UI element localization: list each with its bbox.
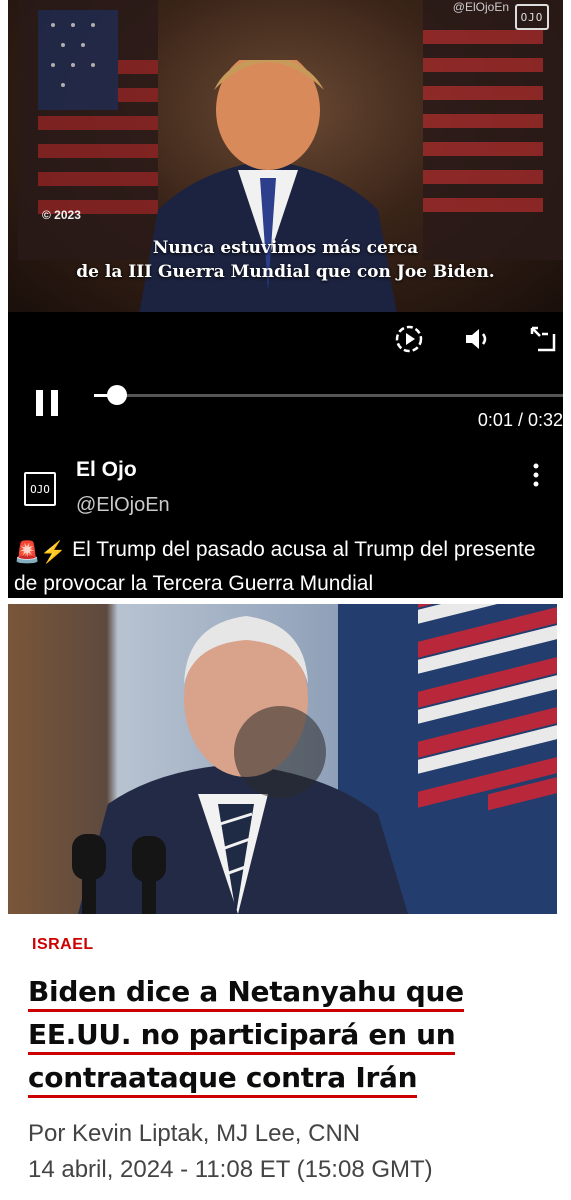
article-photo — [8, 604, 557, 914]
account-handle[interactable]: @ElOjoEn — [76, 494, 170, 517]
headline-line: EE.UU. no participará en un — [28, 1013, 548, 1056]
article-category[interactable]: ISRAEL — [32, 936, 94, 954]
headline-line: contraataque contra Irán — [28, 1056, 548, 1099]
video-copyright: © 2023 — [42, 208, 81, 222]
article-byline: Por Kevin Liptak, MJ Lee, CNN — [28, 1120, 361, 1147]
post-body: El Trump del pasado acusa al Trump del p… — [14, 538, 536, 595]
article-headline[interactable]: Biden dice a Netanyahu que EE.UU. no par… — [28, 970, 548, 1099]
more-options-icon[interactable] — [531, 462, 541, 488]
subtitle-line-2: de la III Guerra Mundial que con Joe Bid… — [76, 262, 495, 282]
video-post: @ElOjoEn OJO © 2023 Nunca estuvimos más … — [8, 0, 563, 598]
headline-text-2: EE.UU. no participará en un — [28, 1018, 456, 1055]
video-watermark-handle: @ElOjoEn — [452, 0, 509, 14]
quality-icon[interactable] — [392, 322, 426, 356]
headline-line: Biden dice a Netanyahu que — [28, 970, 548, 1013]
article-photo-illustration — [72, 604, 557, 914]
article-date: 14 abril, 2024 - 11:08 ET (15:08 GMT) — [28, 1156, 433, 1183]
avatar[interactable]: OJO — [24, 472, 56, 506]
video-player[interactable]: @ElOjoEn OJO © 2023 Nunca estuvimos más … — [8, 0, 563, 312]
subtitle-line-1: Nunca estuvimos más cerca — [152, 238, 419, 258]
progress-bar[interactable] — [94, 385, 563, 405]
account-name[interactable]: El Ojo — [76, 458, 137, 482]
pause-icon[interactable] — [32, 386, 62, 420]
post-text: 🚨⚡ El Trump del pasado acusa al Trump de… — [14, 534, 559, 598]
fullscreen-icon[interactable] — [526, 322, 560, 356]
video-controls — [8, 314, 563, 360]
headline-text-1: Biden dice a Netanyahu que — [28, 975, 464, 1012]
video-subtitle: Nunca estuvimos más cerca de la III Guer… — [8, 236, 563, 284]
post-emoji: 🚨⚡ — [14, 541, 67, 564]
time-display: 0:01 / 0:32 — [477, 410, 563, 430]
flag-image-right — [423, 0, 563, 260]
volume-icon[interactable] — [460, 322, 494, 356]
progress-knob[interactable] — [107, 385, 127, 405]
video-watermark-logo: OJO — [515, 4, 549, 30]
account-header: OJO El Ojo @ElOjoEn — [8, 452, 563, 522]
headline-text-3: contraataque contra Irán — [28, 1061, 418, 1098]
